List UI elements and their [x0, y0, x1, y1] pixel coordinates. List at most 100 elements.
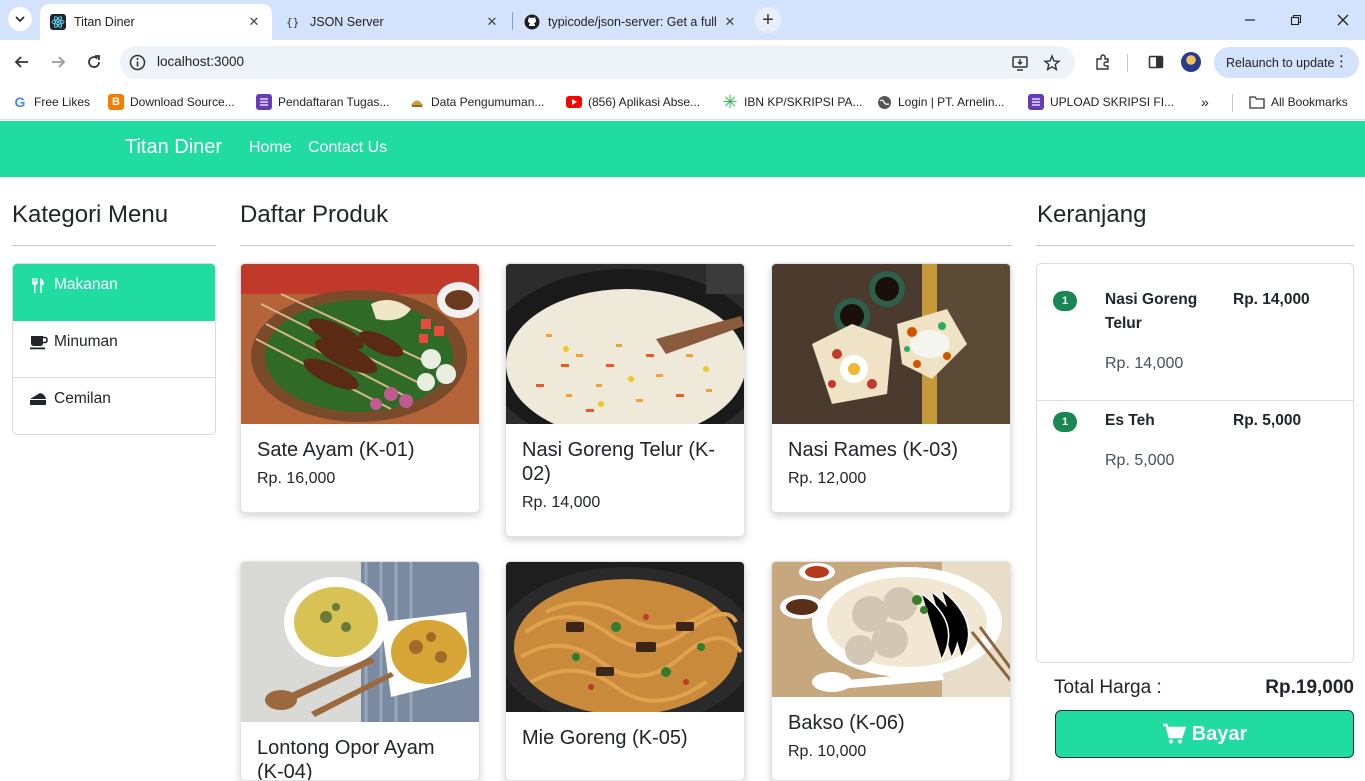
products-title: Daftar Produk: [240, 201, 389, 228]
product-price: Rp. 12,000: [788, 470, 867, 487]
brand-logo[interactable]: Titan Diner: [125, 136, 222, 159]
category-label: Minuman: [54, 333, 118, 350]
close-icon[interactable]: ✕: [484, 14, 500, 30]
product-image-bakso: [772, 562, 1010, 697]
bookmark-ibn-kp[interactable]: ✳ IBN KP/SKRIPSI PA...: [722, 92, 862, 112]
emblem-icon: [409, 94, 425, 110]
bookmark-data-pengumuman[interactable]: Data Pengumuman...: [409, 92, 544, 112]
tab-json-server[interactable]: {} JSON Server ✕: [276, 4, 510, 40]
category-item-minuman[interactable]: Minuman: [13, 321, 215, 378]
close-icon: [1337, 14, 1349, 26]
github-icon: [524, 14, 540, 30]
product-name: Sate Ayam (K-01): [257, 439, 415, 461]
nav-link-contact-us[interactable]: Contact Us: [308, 139, 387, 157]
info-icon[interactable]: [129, 54, 146, 71]
shopping-cart-icon: [1162, 723, 1186, 744]
nav-link-home[interactable]: Home: [249, 139, 292, 157]
product-price: Rp. 14,000: [522, 494, 601, 511]
product-card-mie-goreng[interactable]: Mie Goreng (K-05): [505, 561, 745, 781]
close-icon[interactable]: ✕: [246, 14, 262, 30]
star-icon[interactable]: [1042, 53, 1062, 73]
cart-item-nasi-goreng-telur[interactable]: 1 Nasi Goreng Telur Rp. 14,000 Rp. 14,00…: [1037, 264, 1353, 401]
back-button[interactable]: [10, 50, 34, 74]
product-image-nasi-rames: [772, 264, 1010, 424]
more-vert-icon: ⋮: [1334, 53, 1349, 70]
bookmark-upload-skripsi[interactable]: UPLOAD SKRIPSI FI...: [1028, 92, 1174, 112]
bookmark-pendaftaran[interactable]: Pendaftaran Tugas...: [256, 92, 389, 112]
side-panel-icon[interactable]: [1145, 51, 1167, 73]
pay-button[interactable]: Bayar: [1055, 710, 1354, 758]
install-app-icon[interactable]: [1010, 53, 1030, 73]
total-value: Rp.19,000: [1265, 677, 1354, 698]
cart-item-name: Es Teh: [1105, 412, 1155, 429]
json-icon: {}: [286, 14, 302, 30]
tab-search-button[interactable]: [8, 7, 32, 31]
product-image-nasi-goreng-telur: [506, 264, 744, 424]
forward-button[interactable]: [46, 50, 70, 74]
cart-item-unit-price: Rp. 5,000: [1105, 452, 1175, 469]
arrow-right-icon: [52, 56, 66, 68]
svg-text:{}: {}: [286, 16, 299, 29]
product-card-sate-ayam[interactable]: Sate Ayam (K-01) Rp. 16,000: [240, 263, 480, 513]
cart-item-es-teh[interactable]: 1 Es Teh Rp. 5,000 Rp. 5,000: [1037, 401, 1353, 491]
all-bookmarks-button[interactable]: All Bookmarks: [1249, 92, 1348, 112]
bookmark-youtube[interactable]: (856) Aplikasi Abse...: [566, 92, 700, 112]
address-bar[interactable]: localhost:3000: [120, 46, 1075, 79]
toolbar-divider: [1127, 54, 1128, 72]
reload-button[interactable]: [82, 50, 106, 74]
restore-button[interactable]: [1286, 10, 1306, 30]
bookmark-label: IBN KP/SKRIPSI PA...: [744, 95, 863, 109]
pay-label: Bayar: [1191, 722, 1248, 745]
category-item-makanan[interactable]: Makanan: [13, 264, 215, 321]
product-card-nasi-rames[interactable]: Nasi Rames (K-03) Rp. 12,000: [771, 263, 1011, 513]
profile-avatar[interactable]: [1181, 52, 1201, 72]
new-tab-button[interactable]: +: [755, 7, 781, 33]
tab-titan-diner[interactable]: Titan Diner ✕: [40, 4, 272, 40]
blogger-icon: B: [108, 94, 124, 110]
restore-icon: [1290, 14, 1302, 26]
minimize-button[interactable]: [1240, 10, 1260, 30]
cart-item-total: Rp. 14,000: [1233, 291, 1310, 308]
bookmark-free-likes[interactable]: G Free Likes: [12, 92, 90, 112]
category-item-cemilan[interactable]: Cemilan: [13, 378, 215, 434]
product-image-lontong-opor-ayam: [241, 562, 479, 722]
more-bookmarks-button[interactable]: »: [1201, 92, 1209, 112]
quantity-badge: 1: [1053, 412, 1077, 432]
utensils-icon: [28, 276, 48, 294]
url-text[interactable]: localhost:3000: [157, 54, 244, 69]
tab-github[interactable]: typicode/json-server: Get a full ✕: [514, 4, 748, 40]
chevron-down-icon: [15, 16, 25, 23]
category-label: Makanan: [54, 276, 118, 293]
cart-item-unit-price: Rp. 14,000: [1105, 355, 1184, 372]
tab-title: typicode/json-server: Get a full: [548, 15, 717, 29]
close-icon[interactable]: ✕: [722, 14, 738, 30]
reload-icon: [88, 55, 100, 68]
g-icon: G: [14, 94, 26, 110]
bookmarks-divider: [1232, 94, 1233, 112]
bookmark-download-source[interactable]: B Download Source...: [108, 92, 235, 112]
product-card-lontong-opor-ayam[interactable]: Lontong Opor Ayam (K-04): [240, 561, 480, 781]
relaunch-button[interactable]: Relaunch to update ⋮: [1214, 47, 1359, 78]
product-name: Bakso (K-06): [788, 712, 905, 734]
bookmark-label: Data Pengumuman...: [431, 95, 545, 109]
cake-icon: [28, 390, 48, 408]
browser-toolbar: localhost:3000 Relaunch to update ⋮: [0, 40, 1365, 85]
divider: [12, 245, 216, 246]
relaunch-label: Relaunch to update: [1226, 55, 1335, 70]
close-window-button[interactable]: [1333, 10, 1353, 30]
product-card-nasi-goreng-telur[interactable]: Nasi Goreng Telur (K-02) Rp. 14,000: [505, 263, 745, 537]
product-card-bakso[interactable]: Bakso (K-06) Rp. 10,000: [771, 561, 1011, 781]
cart-item-total: Rp. 5,000: [1233, 412, 1302, 429]
bookmark-label: Free Likes: [34, 95, 91, 109]
divider: [1036, 245, 1354, 246]
double-chevron-icon: »: [1201, 94, 1209, 110]
product-name: Lontong Opor Ayam (K-04): [257, 737, 435, 781]
cart-title: Keranjang: [1037, 201, 1147, 228]
product-name: Mie Goreng (K-05): [522, 727, 688, 749]
extensions-icon[interactable]: [1092, 51, 1114, 73]
product-image-mie-goreng: [506, 562, 744, 712]
cart-item-name: Nasi Goreng Telur: [1105, 291, 1198, 332]
product-name: Nasi Rames (K-03): [788, 439, 959, 461]
bookmark-login-arnelin[interactable]: Login | PT. Arnelin...: [876, 92, 1005, 112]
total-label: Total Harga :: [1054, 677, 1162, 698]
